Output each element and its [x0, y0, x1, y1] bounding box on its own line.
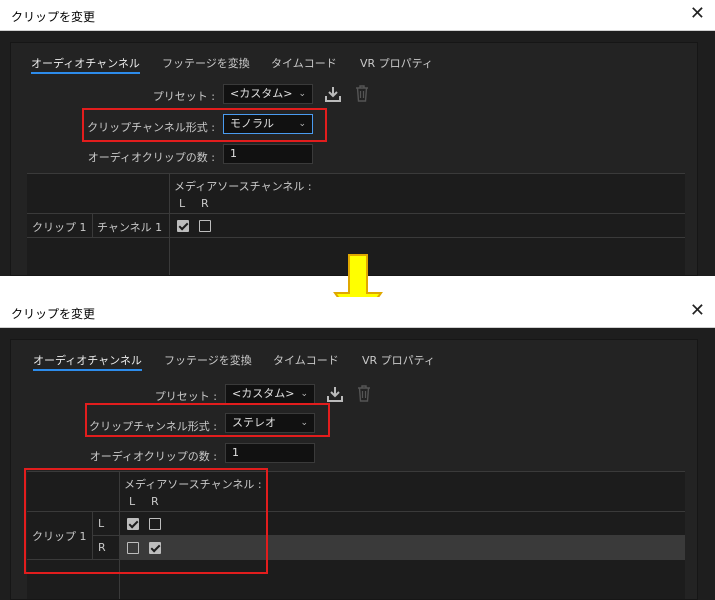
close-icon[interactable]: ✕ [690, 3, 705, 25]
tab-vr-properties[interactable]: VR プロパティ [362, 352, 435, 368]
trash-icon[interactable] [357, 385, 371, 402]
download-icon[interactable] [325, 86, 341, 102]
preset-dropdown[interactable]: <カスタム> ⌄ [225, 384, 315, 404]
close-icon[interactable]: ✕ [690, 300, 705, 322]
audio-clip-count-label: オーディオクリップの数 : [87, 151, 215, 164]
tab-timecode[interactable]: タイムコード [271, 55, 337, 71]
audio-clip-count-input[interactable]: 1 [225, 443, 315, 463]
preset-label: プリセット : [152, 90, 215, 103]
checkbox-ch1-l[interactable] [177, 220, 189, 232]
title-bar: クリップを変更 ✕ [0, 0, 715, 31]
highlight-box-format [85, 403, 330, 437]
column-l-header: L [179, 197, 186, 210]
tab-audio-channels[interactable]: オーディオチャンネル [33, 352, 142, 371]
checkbox-ch1-r[interactable] [199, 220, 211, 232]
media-source-channel-header: メディアソースチャンネル : [174, 180, 312, 193]
audio-clip-count-value: 1 [232, 446, 239, 459]
dialog-before: クリップを変更 ✕ オーディオチャンネル フッテージを変換 タイムコード VR … [0, 0, 715, 276]
audio-clip-count-value: 1 [230, 147, 237, 160]
preset-value: <カスタム> [230, 87, 293, 100]
audio-clip-count-label: オーディオクリップの数 : [89, 450, 217, 463]
tab-audio-channels[interactable]: オーディオチャンネル [31, 55, 140, 74]
chevron-down-icon: ⌄ [298, 89, 306, 99]
tab-interpret-footage[interactable]: フッテージを変換 [164, 352, 252, 368]
tab-vr-properties[interactable]: VR プロパティ [360, 55, 433, 71]
dialog-after: クリップを変更 ✕ オーディオチャンネル フッテージを変換 タイムコード VR … [0, 297, 715, 600]
dialog-title: クリップを変更 [11, 307, 96, 321]
preset-dropdown[interactable]: <カスタム> ⌄ [223, 84, 313, 104]
tab-interpret-footage[interactable]: フッテージを変換 [162, 55, 250, 71]
highlight-box-format [82, 108, 327, 142]
dialog-panel: オーディオチャンネル フッテージを変換 タイムコード VR プロパティ プリセッ… [10, 42, 698, 276]
dialog-title: クリップを変更 [11, 10, 96, 24]
preset-value: <カスタム> [232, 387, 295, 400]
dialog-panel: オーディオチャンネル フッテージを変換 タイムコード VR プロパティ プリセッ… [10, 339, 698, 600]
tab-bar: オーディオチャンネル フッテージを変換 タイムコード VR プロパティ [11, 340, 697, 371]
trash-icon[interactable] [355, 85, 369, 102]
preset-label: プリセット : [154, 390, 217, 403]
tab-bar: オーディオチャンネル フッテージを変換 タイムコード VR プロパティ [11, 43, 697, 74]
channel-label: チャンネル 1 [97, 221, 163, 234]
download-icon[interactable] [327, 386, 343, 402]
highlight-box-table [24, 468, 268, 574]
audio-clip-count-input[interactable]: 1 [223, 144, 313, 164]
title-bar: クリップを変更 ✕ [0, 297, 715, 328]
tab-timecode[interactable]: タイムコード [273, 352, 339, 368]
clip-label: クリップ 1 [32, 221, 87, 234]
chevron-down-icon: ⌄ [300, 389, 308, 399]
column-r-header: R [201, 197, 209, 210]
